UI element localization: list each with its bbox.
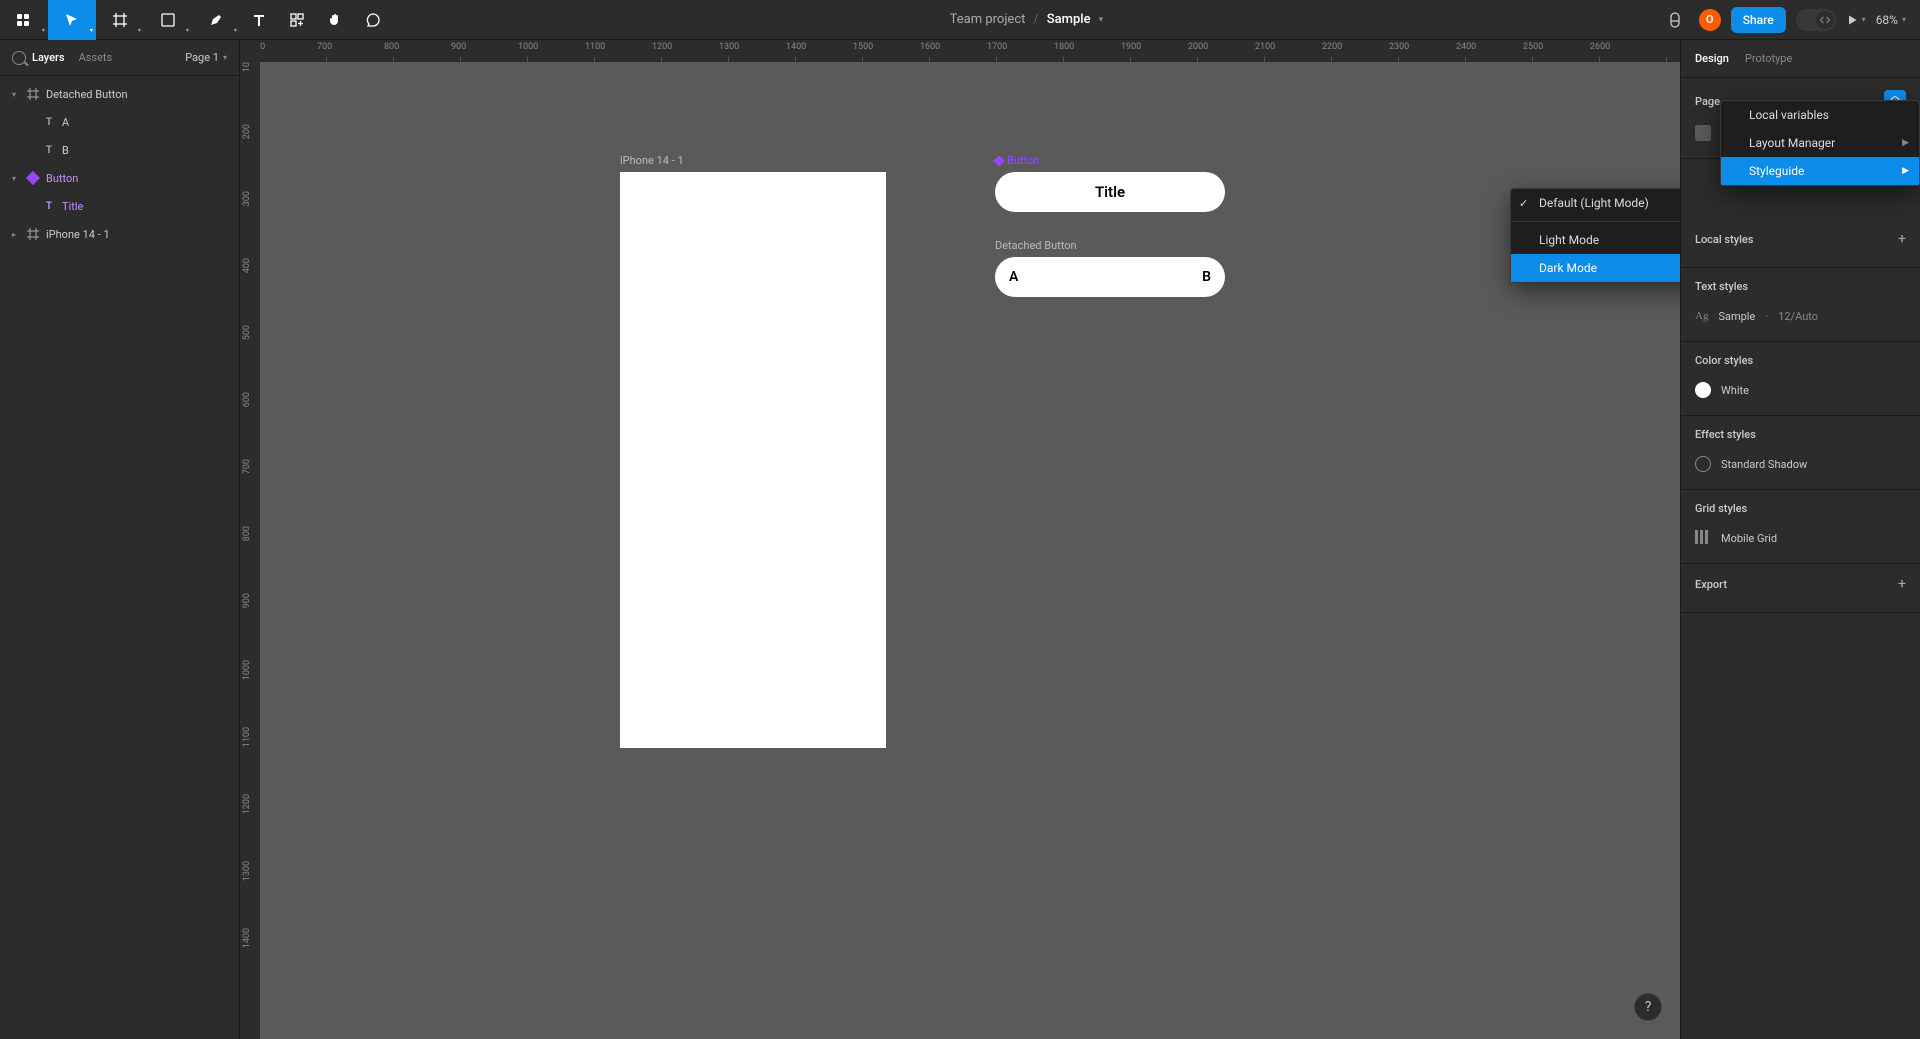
- ruler-vertical: 1002003004005006007008009001000110012001…: [240, 62, 260, 1039]
- tab-design[interactable]: Design: [1695, 52, 1729, 65]
- help-button[interactable]: ?: [1634, 993, 1662, 1021]
- menu-styleguide[interactable]: Styleguide ▶: [1721, 157, 1919, 185]
- zoom-dropdown[interactable]: 68% ▾: [1876, 13, 1906, 27]
- tab-assets[interactable]: Assets: [79, 51, 113, 64]
- effect-icon: [1695, 456, 1711, 472]
- menu-dark-mode[interactable]: Dark Mode: [1511, 254, 1680, 282]
- artboard-label[interactable]: iPhone 14 - 1: [620, 154, 684, 167]
- main-menu-button[interactable]: ▾: [0, 0, 48, 40]
- grid-styles-title: Grid styles: [1695, 502, 1906, 515]
- detached-label[interactable]: Detached Button: [995, 239, 1077, 252]
- layer-title[interactable]: T Title: [0, 192, 239, 220]
- present-button[interactable]: ▾: [1846, 14, 1866, 26]
- component-button[interactable]: Button Title: [995, 172, 1225, 212]
- page-section: Page: [1695, 95, 1720, 108]
- local-styles-title: Local styles: [1695, 233, 1753, 246]
- button-title-pill[interactable]: Title: [995, 172, 1225, 212]
- component-icon: [993, 155, 1004, 166]
- color-swatch-icon: [1695, 125, 1711, 141]
- hand-tool[interactable]: [316, 0, 354, 40]
- toolbar: ▾ ▾ ▾ ▾ ▾: [0, 0, 1920, 40]
- move-tool[interactable]: ▾: [48, 0, 96, 40]
- layer-a[interactable]: T A: [0, 108, 239, 136]
- page-selector[interactable]: Page 1 ▾: [185, 51, 227, 64]
- dev-mode-toggle[interactable]: [1796, 9, 1836, 31]
- ruler-corner: [240, 40, 260, 62]
- frame-tool[interactable]: ▾: [96, 0, 144, 40]
- left-panel: Layers Assets Page 1 ▾ ▾ Detached Button…: [0, 40, 240, 1039]
- layer-button[interactable]: ▾ Button: [0, 164, 239, 192]
- audio-icon[interactable]: [1661, 6, 1689, 34]
- toolbar-left: ▾ ▾ ▾ ▾ ▾: [0, 0, 392, 39]
- component-label[interactable]: Button: [995, 154, 1039, 167]
- white-swatch-icon: [1695, 382, 1711, 398]
- text-styles-title: Text styles: [1695, 280, 1906, 293]
- file-name: Sample: [1047, 12, 1091, 27]
- artboard-iphone[interactable]: iPhone 14 - 1: [620, 172, 886, 748]
- share-button[interactable]: Share: [1731, 7, 1786, 33]
- context-submenu: ✓ Default (Light Mode) Light Mode Dark M…: [1510, 188, 1680, 283]
- layer-iphone[interactable]: ▸ iPhone 14 - 1: [0, 220, 239, 248]
- context-menu: Local variables Layout Manager ▶ Stylegu…: [1720, 100, 1920, 186]
- avatar[interactable]: O: [1699, 9, 1721, 31]
- resources-tool[interactable]: [278, 0, 316, 40]
- canvas[interactable]: 6007008009001000110012001300140015001600…: [240, 40, 1680, 1039]
- detached-button-pill[interactable]: A B: [995, 257, 1225, 297]
- menu-light-mode[interactable]: Light Mode: [1511, 226, 1680, 254]
- grid-style-mobile[interactable]: Mobile Grid: [1695, 525, 1906, 551]
- tab-prototype[interactable]: Prototype: [1745, 52, 1792, 65]
- text-tool[interactable]: [240, 0, 278, 40]
- comment-tool[interactable]: [354, 0, 392, 40]
- add-style-button[interactable]: +: [1898, 231, 1906, 247]
- text-style-icon: Ag: [1695, 310, 1708, 322]
- color-style-white[interactable]: White: [1695, 377, 1906, 403]
- right-panel: Design Prototype Page Local variables: [1680, 40, 1920, 1039]
- ruler-horizontal: 6007008009001000110012001300140015001600…: [260, 40, 1680, 62]
- shape-tool[interactable]: ▾: [144, 0, 192, 40]
- project-name: Team project: [950, 12, 1026, 27]
- layers-panel: ▾ Detached Button T A T B ▾ Button T T: [0, 76, 239, 252]
- grid-icon: [1695, 530, 1711, 546]
- effect-style-shadow[interactable]: Standard Shadow: [1695, 451, 1906, 477]
- export-title: Export: [1695, 578, 1727, 591]
- detached-button[interactable]: Detached Button A B: [995, 257, 1225, 297]
- menu-local-variables[interactable]: Local variables: [1721, 101, 1919, 129]
- effect-styles-title: Effect styles: [1695, 428, 1906, 441]
- search-icon[interactable]: [12, 51, 26, 65]
- layer-b[interactable]: T B: [0, 136, 239, 164]
- code-icon: [1816, 11, 1834, 29]
- layer-detached-button[interactable]: ▾ Detached Button: [0, 80, 239, 108]
- tab-layers[interactable]: Layers: [32, 51, 65, 64]
- document-title[interactable]: Team project / Sample ▾: [950, 12, 1103, 27]
- color-styles-title: Color styles: [1695, 354, 1906, 367]
- toolbar-right: O Share ▾ 68% ▾: [1661, 6, 1920, 34]
- menu-default-light[interactable]: ✓ Default (Light Mode): [1511, 189, 1680, 217]
- text-style-item[interactable]: Ag Sample · 12/Auto: [1695, 303, 1906, 329]
- add-export-button[interactable]: +: [1898, 576, 1906, 592]
- pen-tool[interactable]: ▾: [192, 0, 240, 40]
- menu-layout-manager[interactable]: Layout Manager ▶: [1721, 129, 1919, 157]
